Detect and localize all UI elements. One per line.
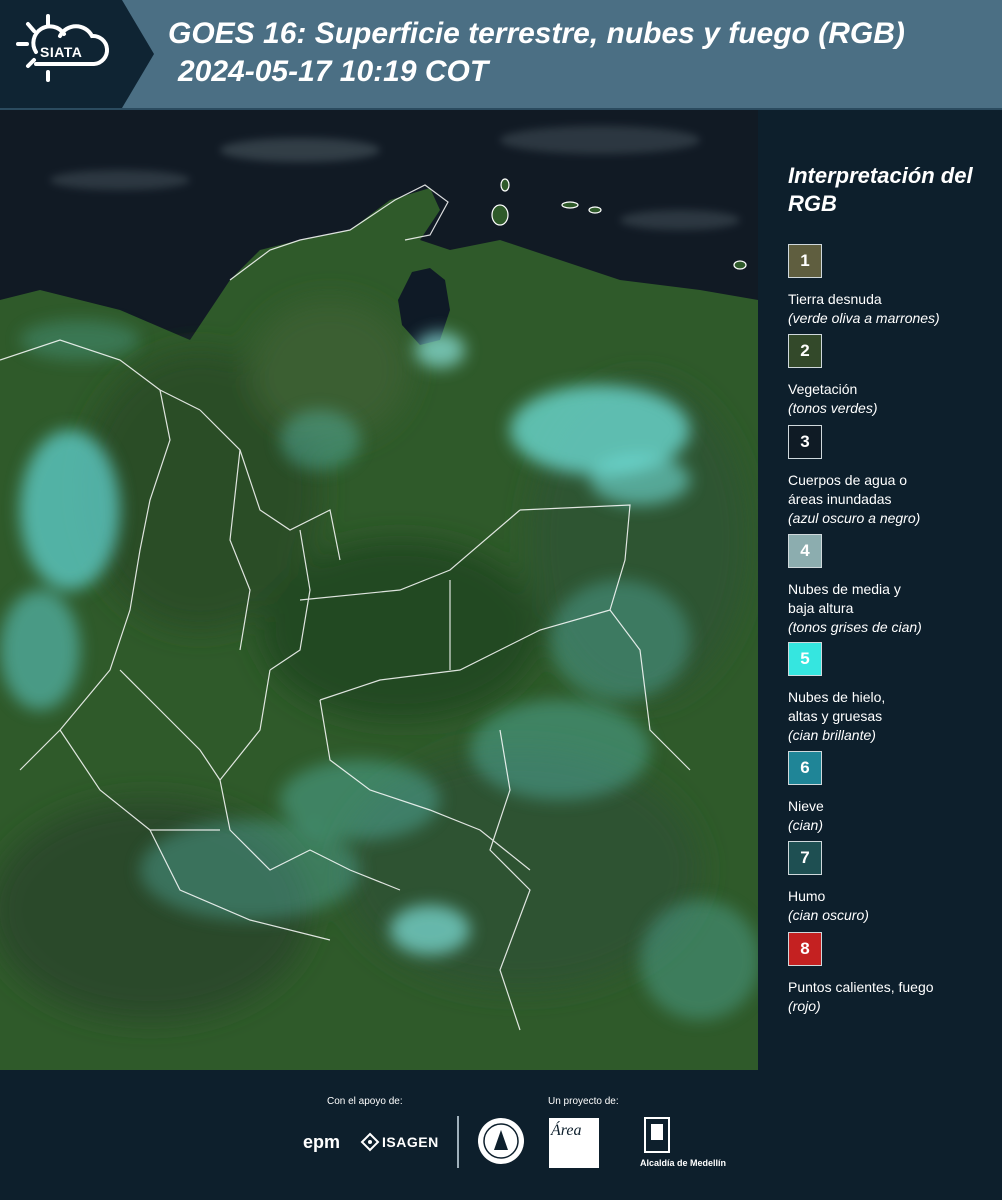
legend-swatch: 2 [788, 334, 822, 368]
university-seal-icon [478, 1118, 524, 1164]
legend-swatch: 8 [788, 932, 822, 966]
legend-note: (verde oliva a marrones) [788, 310, 940, 326]
map-canvas [0, 110, 758, 1070]
satellite-map [0, 110, 758, 1070]
legend-note: (azul oscuro a negro) [788, 510, 921, 526]
legend-item-5: 5 Nubes de hielo, altas y gruesas (cian … [788, 642, 1000, 745]
siata-logo: SIATA [0, 0, 122, 108]
legend-label: Puntos calientes, fuego [788, 979, 934, 995]
isagen-icon [360, 1132, 380, 1152]
legend-note: (tonos grises de cian) [788, 619, 922, 635]
footer-divider [457, 1116, 459, 1168]
logo-text: SIATA [40, 44, 83, 60]
legend-item-3: 3 Cuerpos de agua o áreas inundadas (azu… [788, 425, 1000, 528]
isagen-logo: ISAGEN [382, 1134, 439, 1150]
alcaldia-label: Alcaldía de Medellín [640, 1158, 727, 1168]
legend-item-7: 7 Humo (cian oscuro) [788, 841, 1000, 925]
legend-swatch: 6 [788, 751, 822, 785]
legend-swatch: 5 [788, 642, 822, 676]
alcaldia-shield-icon [644, 1117, 670, 1153]
legend-note: (cian) [788, 817, 824, 833]
legend-label: Nieve [788, 798, 824, 814]
legend-item-1: 1 Tierra desnuda (verde oliva a marrones… [788, 244, 1000, 328]
epm-logo: epm [303, 1132, 341, 1152]
legend-note: (cian brillante) [788, 727, 876, 743]
area-logo-text: Área [551, 1122, 582, 1139]
legend-label: Tierra desnuda [788, 291, 882, 307]
legend-swatch: 7 [788, 841, 822, 875]
legend-item-2: 2 Vegetación (tonos verdes) [788, 334, 1000, 418]
legend-note: (cian oscuro) [788, 907, 869, 923]
legend-panel: Interpretación del RGB 1 Tierra desnuda … [762, 110, 1002, 1070]
legend-label: Nubes de hielo, altas y gruesas [788, 689, 886, 724]
header-bar: SIATA GOES 16: Superficie terrestre, nub… [0, 0, 1002, 108]
legend-item-8: 8 Puntos calientes, fuego (rojo) [788, 932, 1000, 1016]
project-label: Un proyecto de: [548, 1096, 619, 1107]
legend-swatch: 1 [788, 244, 822, 278]
timestamp: 2024-05-17 10:19 COT [178, 55, 489, 88]
footer: Con el apoyo de: Un proyecto de: epm ISA… [0, 1070, 1002, 1200]
legend-note: (rojo) [788, 998, 821, 1014]
legend-note: (tonos verdes) [788, 400, 878, 416]
legend-item-6: 6 Nieve (cian) [788, 751, 1000, 835]
legend-swatch: 4 [788, 534, 822, 568]
legend-item-4: 4 Nubes de media y baja altura (tonos gr… [788, 534, 1000, 637]
support-label: Con el apoyo de: [327, 1096, 403, 1107]
legend-title: Interpretación del RGB [788, 163, 973, 216]
legend-swatch: 3 [788, 425, 822, 459]
page-title: GOES 16: Superficie terrestre, nubes y f… [168, 17, 905, 50]
legend-label: Vegetación [788, 381, 858, 397]
legend-label: Nubes de media y baja altura [788, 581, 901, 616]
legend-label: Humo [788, 888, 826, 904]
logo-arrow-shape [122, 0, 154, 108]
legend-label: Cuerpos de agua o áreas inundadas [788, 472, 908, 507]
